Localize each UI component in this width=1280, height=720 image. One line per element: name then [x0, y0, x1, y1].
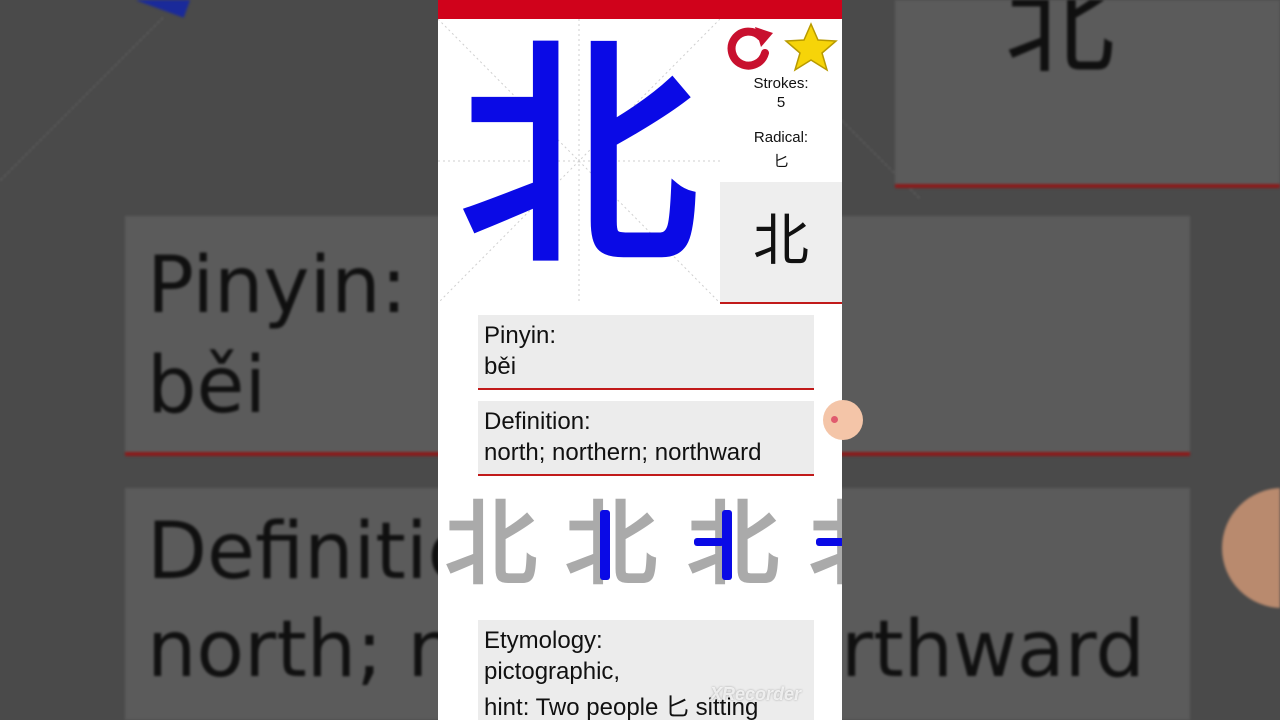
- stroke-frame-2-char: 北: [564, 490, 657, 598]
- phone-screen: 北 Strokes: 5 Radical: 匕 北 Pinyin: běi De…: [438, 0, 842, 720]
- preview-character: 北: [753, 209, 809, 274]
- main-character: 北: [460, 18, 698, 297]
- bg-guide-line: [0, 17, 164, 181]
- watermark: XRecorder: [710, 684, 802, 704]
- pinyin-value: běi: [484, 353, 517, 380]
- definition-card: Definition: north; northern; northward: [478, 401, 814, 476]
- character-preview[interactable]: 北: [720, 182, 842, 304]
- bg-character: 北: [1005, 0, 1115, 89]
- etymology-type: pictographic,: [484, 658, 621, 685]
- radical-value: 匕: [773, 153, 789, 170]
- bg-char-card: 北: [895, 0, 1280, 188]
- definition-value: north; northern; northward: [484, 439, 762, 466]
- stroke-highlight: [722, 510, 732, 580]
- stroke-highlight: [694, 538, 724, 546]
- stroke-frame-3: 北: [678, 494, 788, 594]
- stroke-frame-1: 北: [444, 490, 537, 598]
- bg-floating-dot: [1222, 488, 1280, 608]
- bg-definition-label: Definitio: [147, 507, 476, 597]
- floating-recorder-button[interactable]: [823, 400, 863, 440]
- pinyin-label: Pinyin:: [484, 322, 557, 349]
- bg-pinyin-value: běi: [147, 341, 267, 431]
- stroke-frame-2: 北: [556, 494, 666, 594]
- strokes-label: Strokes:: [753, 75, 809, 92]
- stroke-frame-4: 北: [800, 494, 842, 594]
- star-icon[interactable]: [783, 22, 839, 72]
- etymology-card: Etymology: pictographic, hint: Two peopl…: [478, 620, 814, 720]
- radical-label: Radical:: [753, 129, 809, 146]
- stroke-order-frames: 北 北 北 北: [438, 494, 842, 594]
- etymology-label: Etymology:: [484, 627, 603, 654]
- reload-icon[interactable]: [725, 25, 775, 71]
- stroke-highlight: [816, 538, 842, 546]
- strokes-value: 5: [776, 94, 786, 111]
- stroke-highlight: [600, 510, 610, 580]
- top-bar: [438, 0, 842, 19]
- pinyin-card: Pinyin: běi: [478, 315, 814, 390]
- bg-pinyin-label: Pinyin:: [147, 241, 407, 331]
- stroke-canvas[interactable]: 北: [438, 19, 720, 303]
- bg-blue-shape: [136, 0, 194, 18]
- definition-label: Definition:: [484, 408, 591, 435]
- bg-definition-value-end: rthward: [841, 605, 1145, 695]
